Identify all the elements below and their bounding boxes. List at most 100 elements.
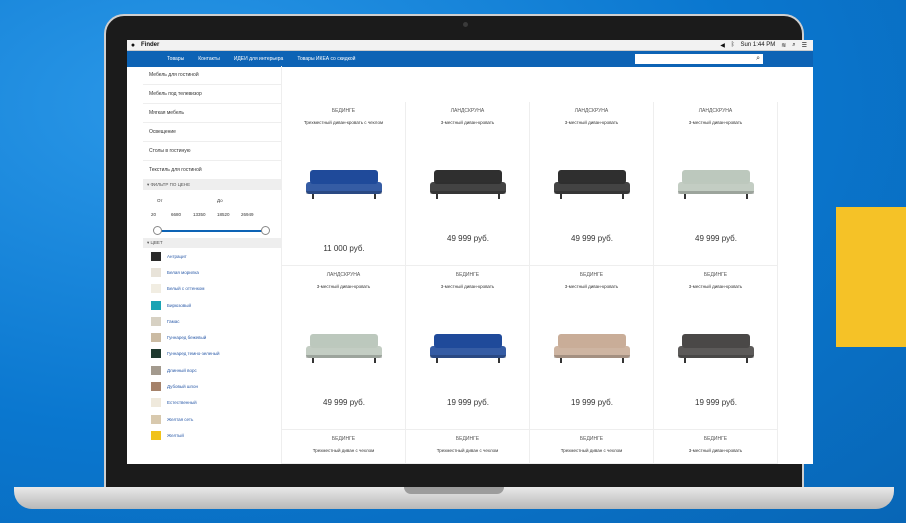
color-swatch[interactable] [151,349,161,359]
product-card[interactable]: ЛАНДСКРУНА 3-местный диван-кровать 49 999 … [530,102,654,266]
price-min-value[interactable]: 20 [151,212,156,217]
color-option-label[interactable]: Естественный [167,400,197,405]
color-option-label[interactable]: Белая морилка [167,270,199,275]
price-slider-track[interactable] [155,230,265,232]
color-option-label[interactable]: Антрацит [167,254,187,259]
product-description[interactable]: 3-местный диван-кровать [282,284,405,289]
product-brand[interactable]: БЕДИНГЕ [530,272,653,278]
product-brand[interactable]: БЕДИНГЕ [282,436,405,442]
product-brand[interactable]: БЕДИНГЕ [654,436,777,442]
product-brand[interactable]: БЕДИНГЕ [406,436,529,442]
price-filter-header[interactable]: ▾ ФИЛЬТР ПО ЦЕНЕ [143,180,281,190]
product-brand[interactable]: ЛАНДСКРУНА [654,108,777,114]
price-from-label: От [157,198,163,203]
color-option-label[interactable]: Гамас [167,319,180,324]
product-price: 49 999 руб. [571,234,613,243]
product-description[interactable]: 3-местный диван-кровать [654,284,777,289]
price-slider-min-handle[interactable] [153,226,162,235]
product-brand[interactable]: БЕДИНГЕ [530,436,653,442]
color-option-label[interactable]: Гуннаред темно-зеленый [167,351,219,356]
product-card[interactable]: БЕДИНГЕ 3-местный диван-кровать 19 999 руб… [654,266,778,430]
product-brand[interactable]: БЕДИНГЕ [406,272,529,278]
color-swatch[interactable] [151,300,161,310]
product-description[interactable]: 3-местный диван-кровать [530,120,653,125]
sofa-image[interactable] [428,328,508,368]
color-filter-option[interactable]: Желтый [143,427,281,443]
color-filter-option[interactable]: Бирюзовый [143,297,281,313]
product-card[interactable]: БЕДИНГЕ 3-местный диван-кровать 19 999 руб… [406,266,530,430]
color-option-label[interactable]: Белый с оттенком [167,286,205,291]
color-filter-option[interactable]: Гуннаред темно-зеленый [143,346,281,362]
color-filter-option[interactable]: Гамас [143,313,281,329]
color-filter-option[interactable]: Гуннаред бежевый [143,329,281,345]
product-description[interactable]: 3-местный диван-кровать [406,284,529,289]
product-description[interactable]: 3-местный диван-кровать [654,120,777,125]
product-brand[interactable]: ЛАНДСКРУНА [530,108,653,114]
product-card[interactable]: БЕДИНГЕ 3-местный диван-кровать 19 999 руб… [530,266,654,430]
product-card[interactable]: ЛАНДСКРУНА 3-местный диван-кровать 49 999 … [282,266,406,430]
color-filter-option[interactable]: Белый с оттенком [143,281,281,297]
product-price: 11 000 руб. [323,244,365,253]
sidebar-category[interactable]: Освещение [143,123,281,142]
product-card[interactable]: ЛАНДСКРУНА 3-местный диван-кровать 49 999 … [406,102,530,266]
product-description[interactable]: Трехместный диван с чехлом [530,448,653,453]
color-filter-option[interactable]: Антрацит [143,248,281,264]
color-option-label[interactable]: Желтая сеть [167,417,193,422]
product-brand[interactable]: БЕДИНГЕ [282,108,405,114]
product-card[interactable]: БЕДИНГЕ 3-местный диван-кровать [654,430,778,464]
product-description[interactable]: Трехместный диван с чехлом [406,448,529,453]
product-price: 19 999 руб. [571,398,613,407]
color-swatch[interactable] [151,316,161,326]
sofa-image[interactable] [552,164,632,204]
sofa-image[interactable] [428,164,508,204]
product-grid: БЕДИНГЕ Трехместный диван-кровать с чехло… [282,102,813,464]
color-option-label[interactable]: Желтый [167,433,184,438]
sofa-image[interactable] [304,328,384,368]
sofa-image[interactable] [676,164,756,204]
product-brand[interactable]: ЛАНДСКРУНА [406,108,529,114]
sidebar-category[interactable]: Мебель под телевизор [143,85,281,104]
price-max-value[interactable]: 26949 [241,212,254,217]
sofa-image[interactable] [304,164,384,204]
product-price: 49 999 руб. [323,398,365,407]
color-swatch[interactable] [151,284,161,294]
color-filter-header[interactable]: ▾ ЦВЕТ [143,238,281,248]
color-swatch[interactable] [151,365,161,375]
product-brand[interactable]: ЛАНДСКРУНА [282,272,405,278]
color-option-label[interactable]: Гуннаред бежевый [167,335,206,340]
color-swatch[interactable] [151,251,161,261]
color-filter-option[interactable]: Желтая сеть [143,411,281,427]
product-card[interactable]: БЕДИНГЕ Трехместный диван с чехлом [530,430,654,464]
product-card[interactable]: БЕДИНГЕ Трехместный диван-кровать с чехло… [282,102,406,266]
product-card[interactable]: ЛАНДСКРУНА 3-местный диван-кровать 49 999 … [654,102,778,266]
sidebar-category[interactable]: Текстиль для гостиной [143,161,281,180]
product-card[interactable]: БЕДИНГЕ Трехместный диван с чехлом [282,430,406,464]
color-filter-option[interactable]: Дубовый шпон [143,378,281,394]
color-option-label[interactable]: Бирюзовый [167,303,191,308]
sofa-image[interactable] [676,328,756,368]
product-description[interactable]: 3-местный диван-кровать [406,120,529,125]
sidebar-category[interactable]: Мебель для гостиной [143,66,281,85]
color-swatch[interactable] [151,398,161,408]
color-swatch[interactable] [151,430,161,440]
product-description[interactable]: Трехместный диван с чехлом [282,448,405,453]
sidebar-category[interactable]: Столы в гостиную [143,142,281,161]
color-swatch[interactable] [151,382,161,392]
color-swatch[interactable] [151,267,161,277]
product-description[interactable]: 3-местный диван-кровать [530,284,653,289]
sofa-image[interactable] [552,328,632,368]
price-slider-max-handle[interactable] [261,226,270,235]
sidebar-category[interactable]: Мягкая мебель [143,104,281,123]
product-brand[interactable]: БЕДИНГЕ [654,272,777,278]
color-filter-option[interactable]: Естественный [143,395,281,411]
product-description[interactable]: 3-местный диван-кровать [654,448,777,453]
color-filter-option[interactable]: Белая морилка [143,264,281,280]
product-price: 49 999 руб. [695,234,737,243]
color-option-label[interactable]: Дубовый шпон [167,384,198,389]
product-description[interactable]: Трехместный диван-кровать с чехлом [282,120,405,125]
color-filter-option[interactable]: Длинный ворс [143,362,281,378]
color-swatch[interactable] [151,333,161,343]
color-option-label[interactable]: Длинный ворс [167,368,197,373]
product-card[interactable]: БЕДИНГЕ Трехместный диван с чехлом [406,430,530,464]
color-swatch[interactable] [151,414,161,424]
